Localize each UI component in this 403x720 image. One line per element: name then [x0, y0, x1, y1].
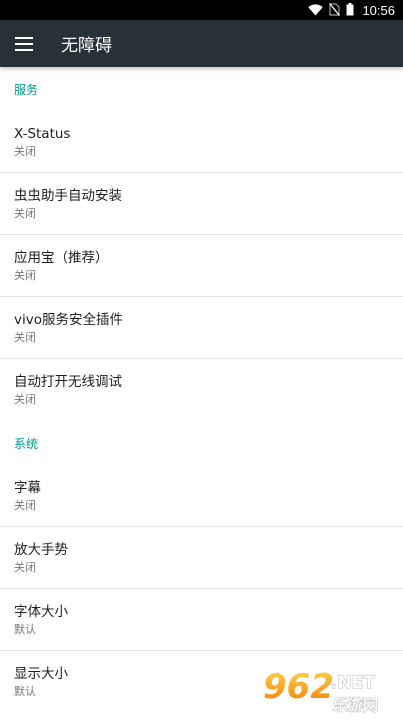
status-bar: 10:56 [0, 0, 403, 20]
item-title: vivo服务安全插件 [14, 311, 123, 328]
item-title: 虫虫助手自动安装 [14, 187, 122, 204]
menu-icon[interactable] [15, 36, 33, 51]
section-header-system: 系统 [14, 436, 39, 451]
list-item-x-status[interactable]: X-Status 关闭 [0, 111, 403, 173]
item-summary: 关闭 [14, 206, 36, 220]
settings-list[interactable]: 服务 X-Status 关闭 虫虫助手自动安装 关闭 应用宝（推荐） 关闭 vi… [0, 67, 403, 718]
list-item-wireless-debugging[interactable]: 自动打开无线调试 关闭 [0, 359, 403, 421]
status-time: 10:56 [362, 2, 395, 18]
list-item-magnification-gestures[interactable]: 放大手势 关闭 [0, 527, 403, 589]
item-title: 字幕 [14, 479, 41, 496]
item-title: 应用宝（推荐） [14, 249, 109, 266]
item-title: X-Status [14, 125, 71, 142]
list-item-yingyongbao[interactable]: 应用宝（推荐） 关闭 [0, 235, 403, 297]
item-title: 自动打开无线调试 [14, 374, 122, 390]
svg-text:.NET: .NET [331, 673, 375, 693]
menu-icon-line [15, 42, 33, 45]
watermark-logo: 962 .NET 乐游网 [261, 664, 397, 716]
item-summary: 关闭 [14, 393, 36, 406]
menu-icon-line [15, 36, 33, 39]
wifi-icon [308, 1, 324, 20]
section-header-services: 服务 [14, 82, 39, 97]
item-title: 放大手势 [14, 541, 68, 558]
item-summary: 关闭 [14, 560, 36, 574]
list-item-font-size[interactable]: 字体大小 默认 [0, 589, 403, 651]
svg-text:乐游网: 乐游网 [333, 696, 378, 714]
list-item-chongchong-auto-install[interactable]: 虫虫助手自动安装 关闭 [0, 173, 403, 235]
status-icons: 10:56 [308, 0, 395, 20]
battery-icon [346, 1, 354, 20]
list-item-vivo-security-plugin[interactable]: vivo服务安全插件 关闭 [0, 297, 403, 359]
item-summary: 关闭 [14, 144, 36, 158]
app-bar: 无障碍 [0, 20, 403, 67]
item-summary: 关闭 [14, 330, 36, 344]
page-title: 无障碍 [61, 36, 112, 56]
item-summary: 默认 [14, 622, 36, 636]
svg-text:962: 962 [263, 667, 334, 707]
list-item-captions[interactable]: 字幕 关闭 [0, 465, 403, 527]
item-summary: 关闭 [14, 268, 36, 282]
menu-icon-line [15, 48, 33, 51]
item-title: 字体大小 [14, 603, 68, 620]
item-summary: 关闭 [14, 498, 36, 512]
no-sim-icon [329, 1, 341, 20]
